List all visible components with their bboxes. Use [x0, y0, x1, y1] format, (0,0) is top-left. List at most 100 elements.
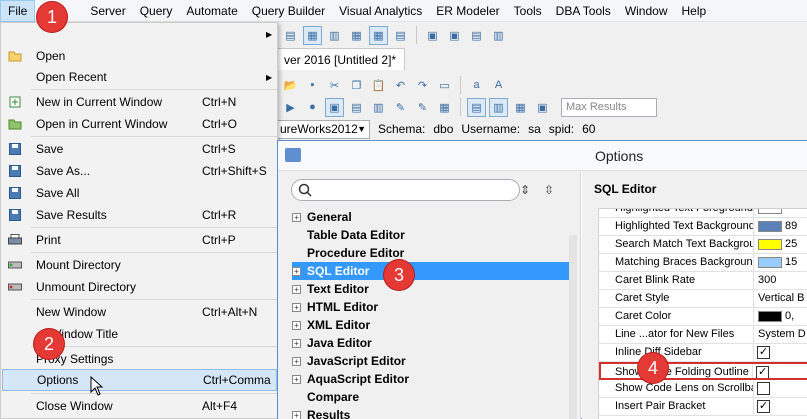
- tree-scrollbar[interactable]: [569, 235, 577, 419]
- toolbar-icon[interactable]: ▤: [347, 98, 366, 117]
- toolbar-icon[interactable]: ▦: [435, 98, 454, 117]
- menu-item-close-window[interactable]: Close Window Alt+F4: [2, 395, 277, 417]
- checkbox-inline-diff-sidebar[interactable]: ✓: [757, 346, 770, 359]
- menu-item-save-all[interactable]: Save All: [2, 182, 277, 204]
- property-row[interactable]: Highlighted Text Foreground: [599, 209, 807, 218]
- menu-item-mount-directory[interactable]: Mount Directory: [2, 254, 277, 276]
- toolbar-icon[interactable]: ▤: [467, 26, 486, 45]
- tree-item-java-editor[interactable]: + Java Editor: [292, 334, 570, 352]
- menu-automate[interactable]: Automate: [179, 0, 244, 22]
- toolbar-icon[interactable]: ▦: [303, 25, 322, 45]
- checkbox-show-code-folding-outline[interactable]: ✓: [756, 366, 770, 378]
- menu-file[interactable]: File: [0, 0, 36, 22]
- open-icon[interactable]: 📂: [281, 76, 300, 95]
- tree-item-results[interactable]: + Results: [292, 406, 570, 419]
- tree-item-aquascript-editor[interactable]: + AquaScript Editor: [292, 370, 570, 388]
- menu-item-open-in-current-window[interactable]: Open in Current Window Ctrl+O: [2, 113, 277, 135]
- menu-item-options[interactable]: Options Ctrl+Comma: [2, 369, 277, 391]
- property-row[interactable]: Line ...ator for New Files System D: [599, 326, 807, 344]
- tree-item-text-editor[interactable]: + Text Editor: [292, 280, 570, 298]
- toolbar-icon[interactable]: ▣: [533, 98, 552, 117]
- lowercase-icon[interactable]: a: [467, 76, 486, 95]
- property-row[interactable]: Search Match Text Background 25: [599, 236, 807, 254]
- toolbar-icon[interactable]: ▥: [325, 26, 344, 45]
- format-icon[interactable]: ▭: [435, 76, 454, 95]
- property-row[interactable]: Show Code Lens on Scrollbar: [599, 380, 807, 398]
- redo-icon[interactable]: ↷: [413, 76, 432, 95]
- menu-dba-tools[interactable]: DBA Tools: [549, 0, 618, 22]
- menu-help[interactable]: Help: [675, 0, 714, 22]
- tree-item-table-data-editor[interactable]: Table Data Editor: [292, 226, 570, 244]
- tree-item-general[interactable]: + General: [292, 208, 570, 226]
- property-row[interactable]: Matching Braces Background 15: [599, 254, 807, 272]
- menu-tools[interactable]: Tools: [507, 0, 549, 22]
- expand-icon[interactable]: +: [292, 410, 301, 419]
- toolbar-icon[interactable]: ▥: [369, 98, 388, 117]
- tree-item-html-editor[interactable]: + HTML Editor: [292, 298, 570, 316]
- property-value[interactable]: 0,: [754, 308, 807, 325]
- property-row[interactable]: Inline Diff Sidebar ✓: [599, 344, 807, 362]
- toolbar-icon[interactable]: ▦: [369, 25, 388, 45]
- toolbar-icon[interactable]: ▤: [391, 26, 410, 45]
- checkbox-show-code-lens[interactable]: [757, 382, 770, 395]
- property-row-highlighted[interactable]: Show Code Folding Outline ✓: [599, 362, 807, 380]
- toolbar-icon[interactable]: ✎: [413, 98, 432, 117]
- menu-item-new-in-current-window[interactable]: New in Current Window Ctrl+N: [2, 91, 277, 113]
- toolbar-icon[interactable]: ✎: [391, 98, 410, 117]
- toolbar-icon[interactable]: ▤: [467, 97, 486, 117]
- expand-icon[interactable]: +: [292, 266, 301, 276]
- menu-er-modeler[interactable]: ER Modeler: [429, 0, 506, 22]
- menu-item-open[interactable]: Open: [2, 45, 277, 67]
- explain-icon[interactable]: ▣: [325, 97, 344, 117]
- expand-icon[interactable]: +: [292, 338, 301, 348]
- property-row[interactable]: Caret Style Vertical B: [599, 290, 807, 308]
- toolbar-icon[interactable]: ▣: [423, 26, 442, 45]
- undo-icon[interactable]: ↶: [391, 76, 410, 95]
- property-value[interactable]: 89: [754, 218, 807, 235]
- tree-item-javascript-editor[interactable]: + JavaScript Editor: [292, 352, 570, 370]
- tree-item-procedure-editor[interactable]: Procedure Editor: [292, 244, 570, 262]
- expand-icon[interactable]: +: [292, 302, 301, 312]
- expand-all-icon[interactable]: ⇕: [520, 183, 530, 197]
- tree-item-sql-editor[interactable]: + SQL Editor: [292, 262, 570, 280]
- menu-item-new-window[interactable]: New Window Ctrl+Alt+N: [2, 301, 277, 323]
- toolbar-icon[interactable]: ▤: [281, 26, 300, 45]
- document-tab[interactable]: ver 2016 [Untitled 2]*: [277, 48, 406, 70]
- execute-icon[interactable]: ▶: [281, 98, 300, 117]
- property-row[interactable]: Caret Color 0,: [599, 308, 807, 326]
- menu-query-builder[interactable]: Query Builder: [245, 0, 332, 22]
- property-value[interactable]: 15: [754, 254, 807, 271]
- toolbar-icon[interactable]: ▦: [347, 26, 366, 45]
- menu-item-save-results[interactable]: Save Results Ctrl+R: [2, 204, 277, 226]
- uppercase-icon[interactable]: A: [489, 76, 508, 95]
- cut-icon[interactable]: ✂: [325, 76, 344, 95]
- menu-item-save-as[interactable]: Save As... Ctrl+Shift+S: [2, 160, 277, 182]
- checkbox-insert-pair-bracket[interactable]: ✓: [757, 400, 770, 413]
- database-select[interactable]: ureWorks2012 ▼: [277, 119, 370, 139]
- save-icon[interactable]: ▪: [303, 76, 322, 95]
- menu-window[interactable]: Window: [618, 0, 675, 22]
- property-value[interactable]: 300: [754, 272, 807, 289]
- toolbar-icon[interactable]: ▥: [489, 26, 508, 45]
- menu-item-print[interactable]: Print Ctrl+P: [2, 229, 277, 251]
- stop-icon[interactable]: ●: [303, 98, 322, 117]
- property-value[interactable]: Vertical B: [754, 290, 807, 307]
- options-search-input[interactable]: [291, 179, 520, 201]
- collapse-all-icon[interactable]: ⇳: [544, 183, 554, 197]
- menu-query[interactable]: Query: [133, 0, 180, 22]
- expand-icon[interactable]: +: [292, 320, 301, 330]
- copy-icon[interactable]: ❐: [347, 76, 366, 95]
- menu-server[interactable]: Server: [83, 0, 132, 22]
- toolbar-icon[interactable]: ▦: [511, 98, 530, 117]
- menu-visual-analytics[interactable]: Visual Analytics: [332, 0, 429, 22]
- max-results-input[interactable]: Max Results: [561, 97, 657, 117]
- property-value[interactable]: 25: [754, 236, 807, 253]
- property-row[interactable]: Caret Blink Rate 300: [599, 272, 807, 290]
- menu-item-unmount-directory[interactable]: Unmount Directory: [2, 276, 277, 298]
- menu-item-save[interactable]: Save Ctrl+S: [2, 138, 277, 160]
- expand-icon[interactable]: +: [292, 356, 301, 366]
- property-value[interactable]: System D: [754, 326, 807, 343]
- paste-icon[interactable]: 📋: [369, 76, 388, 95]
- expand-icon[interactable]: +: [292, 374, 301, 384]
- property-value[interactable]: [754, 209, 807, 217]
